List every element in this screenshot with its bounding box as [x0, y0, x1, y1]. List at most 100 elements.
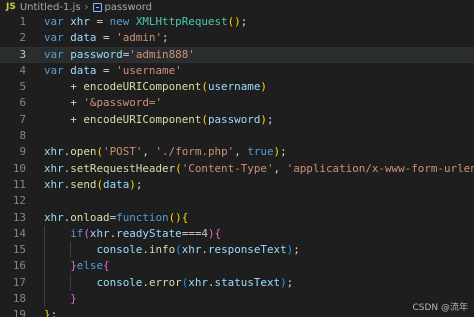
- code-token: data: [70, 31, 97, 45]
- code-token: ;: [280, 145, 287, 159]
- code-line[interactable]: 15 console.info(xhr.responseText);: [0, 242, 474, 259]
- code-token: ;: [162, 31, 169, 45]
- code-line[interactable]: 12: [0, 193, 474, 209]
- code-token: ,: [273, 161, 287, 175]
- code-token: send: [70, 177, 97, 191]
- line-text: var data = 'username': [44, 63, 182, 79]
- code-line[interactable]: 14 if(xhr.readyState===4){: [0, 225, 474, 243]
- code-token: setRequestHeader: [70, 161, 176, 175]
- line-number: 16: [12, 259, 26, 273]
- code-token: =: [96, 31, 117, 45]
- code-token: xhr: [44, 177, 64, 191]
- code-token: var: [44, 15, 71, 28]
- breadcrumb: JS Untitled-1.js › password: [0, 0, 474, 14]
- code-token: ): [260, 80, 267, 94]
- code-token: xhr: [70, 15, 90, 28]
- line-text: var xhr = new XMLHttpRequest();: [44, 14, 247, 30]
- code-token: +: [44, 80, 84, 94]
- code-token: 'username': [116, 63, 182, 77]
- code-token: encodeURIComponent: [83, 112, 202, 126]
- code-token: ;: [50, 308, 58, 317]
- code-token: function: [116, 210, 169, 224]
- code-token: +: [44, 112, 84, 126]
- line-text: var password='admin888': [44, 47, 195, 63]
- line-text: + encodeURIComponent(password);: [44, 112, 274, 128]
- code-token: xhr: [89, 226, 110, 240]
- line-number: 18: [12, 292, 26, 306]
- line-text: + encodeURIComponent(username): [44, 79, 267, 95]
- code-line[interactable]: 6 + '&password=': [0, 95, 474, 111]
- code-token: }: [70, 292, 77, 306]
- code-token: ,: [234, 145, 248, 159]
- code-token: './form.php': [155, 145, 235, 159]
- code-token: true: [247, 145, 274, 159]
- chevron-right-icon: ›: [84, 1, 89, 13]
- code-area[interactable]: 1 var xhr = new XMLHttpRequest(); 2 var dat…: [0, 14, 474, 317]
- code-token: var: [44, 31, 71, 45]
- code-line[interactable]: 1 var xhr = new XMLHttpRequest();: [0, 14, 474, 30]
- code-token: ;: [135, 177, 143, 191]
- code-token: encodeURIComponent: [83, 80, 202, 94]
- code-token: xhr: [44, 210, 64, 224]
- code-token: var: [44, 47, 71, 61]
- code-token: xhr: [188, 275, 208, 289]
- code-token: console: [96, 243, 143, 257]
- code-token: 'POST': [103, 145, 143, 159]
- line-number: 13: [12, 210, 26, 224]
- code-token: var: [44, 63, 71, 77]
- code-line[interactable]: 5 + encodeURIComponent(username): [0, 79, 474, 95]
- line-number: 8: [19, 129, 26, 143]
- code-token: '&password=': [83, 96, 163, 110]
- code-token: else: [76, 259, 104, 273]
- line-number: 11: [12, 177, 26, 191]
- line-text: if(xhr.readyState===4){: [44, 226, 221, 242]
- line-number: 2: [19, 31, 26, 45]
- line-text: console.error(xhr.statusText);: [44, 275, 293, 291]
- code-token: {: [181, 210, 189, 224]
- code-token: XMLHttpRequest: [135, 15, 228, 28]
- code-token: 'admin888': [129, 47, 195, 61]
- code-token: +: [44, 96, 84, 110]
- code-line[interactable]: 2 var data = 'admin';: [0, 30, 474, 46]
- code-token: xhr: [44, 161, 64, 175]
- code-token: ===: [181, 226, 202, 240]
- line-number: 19: [12, 308, 26, 317]
- code-token: data: [70, 63, 97, 77]
- code-line[interactable]: 13 xhr.onload=function(){: [0, 210, 474, 226]
- code-line[interactable]: 10 xhr.setRequestHeader('Content-Type', '…: [0, 161, 474, 177]
- code-line[interactable]: 7 + encodeURIComponent(password);: [0, 112, 474, 128]
- code-token: {: [214, 226, 222, 240]
- line-text: }else{: [44, 258, 110, 274]
- code-token: console: [96, 275, 143, 289]
- code-token: {: [103, 259, 110, 273]
- code-line[interactable]: 18 }: [0, 291, 474, 308]
- code-token: 'Content-Type': [181, 161, 274, 175]
- code-line[interactable]: 4 var data = 'username': [0, 63, 474, 79]
- watermark: CSDN @流年: [412, 303, 468, 313]
- code-token: readyState: [116, 226, 182, 240]
- code-line[interactable]: 17 console.error(xhr.statusText);: [0, 274, 474, 292]
- line-text: var data = 'admin';: [44, 30, 169, 46]
- line-text: xhr.setRequestHeader('Content-Type', 'ap…: [44, 161, 474, 177]
- line-text: };: [44, 307, 57, 317]
- code-token: data: [103, 177, 130, 191]
- code-token: open: [70, 145, 97, 159]
- code-line[interactable]: 9 xhr.open('POST', './form.php', true);: [0, 144, 474, 160]
- code-line[interactable]: 3 var password='admin888': [0, 46, 474, 63]
- code-token: if: [70, 226, 84, 240]
- variable-icon: [92, 2, 102, 12]
- code-token: ;: [266, 112, 274, 126]
- code-line[interactable]: 16 }else{: [0, 258, 474, 275]
- code-line[interactable]: 8: [0, 128, 474, 144]
- breadcrumb-symbol[interactable]: password: [105, 2, 152, 13]
- code-token: ,: [142, 145, 156, 159]
- breadcrumb-file[interactable]: Untitled-1.js: [20, 2, 81, 13]
- code-line[interactable]: 19};: [0, 307, 474, 317]
- code-token: statusText: [214, 275, 281, 289]
- code-editor[interactable]: JS Untitled-1.js › password 1 var xhr = n…: [0, 0, 474, 317]
- code-line[interactable]: 11 xhr.send(data);: [0, 177, 474, 193]
